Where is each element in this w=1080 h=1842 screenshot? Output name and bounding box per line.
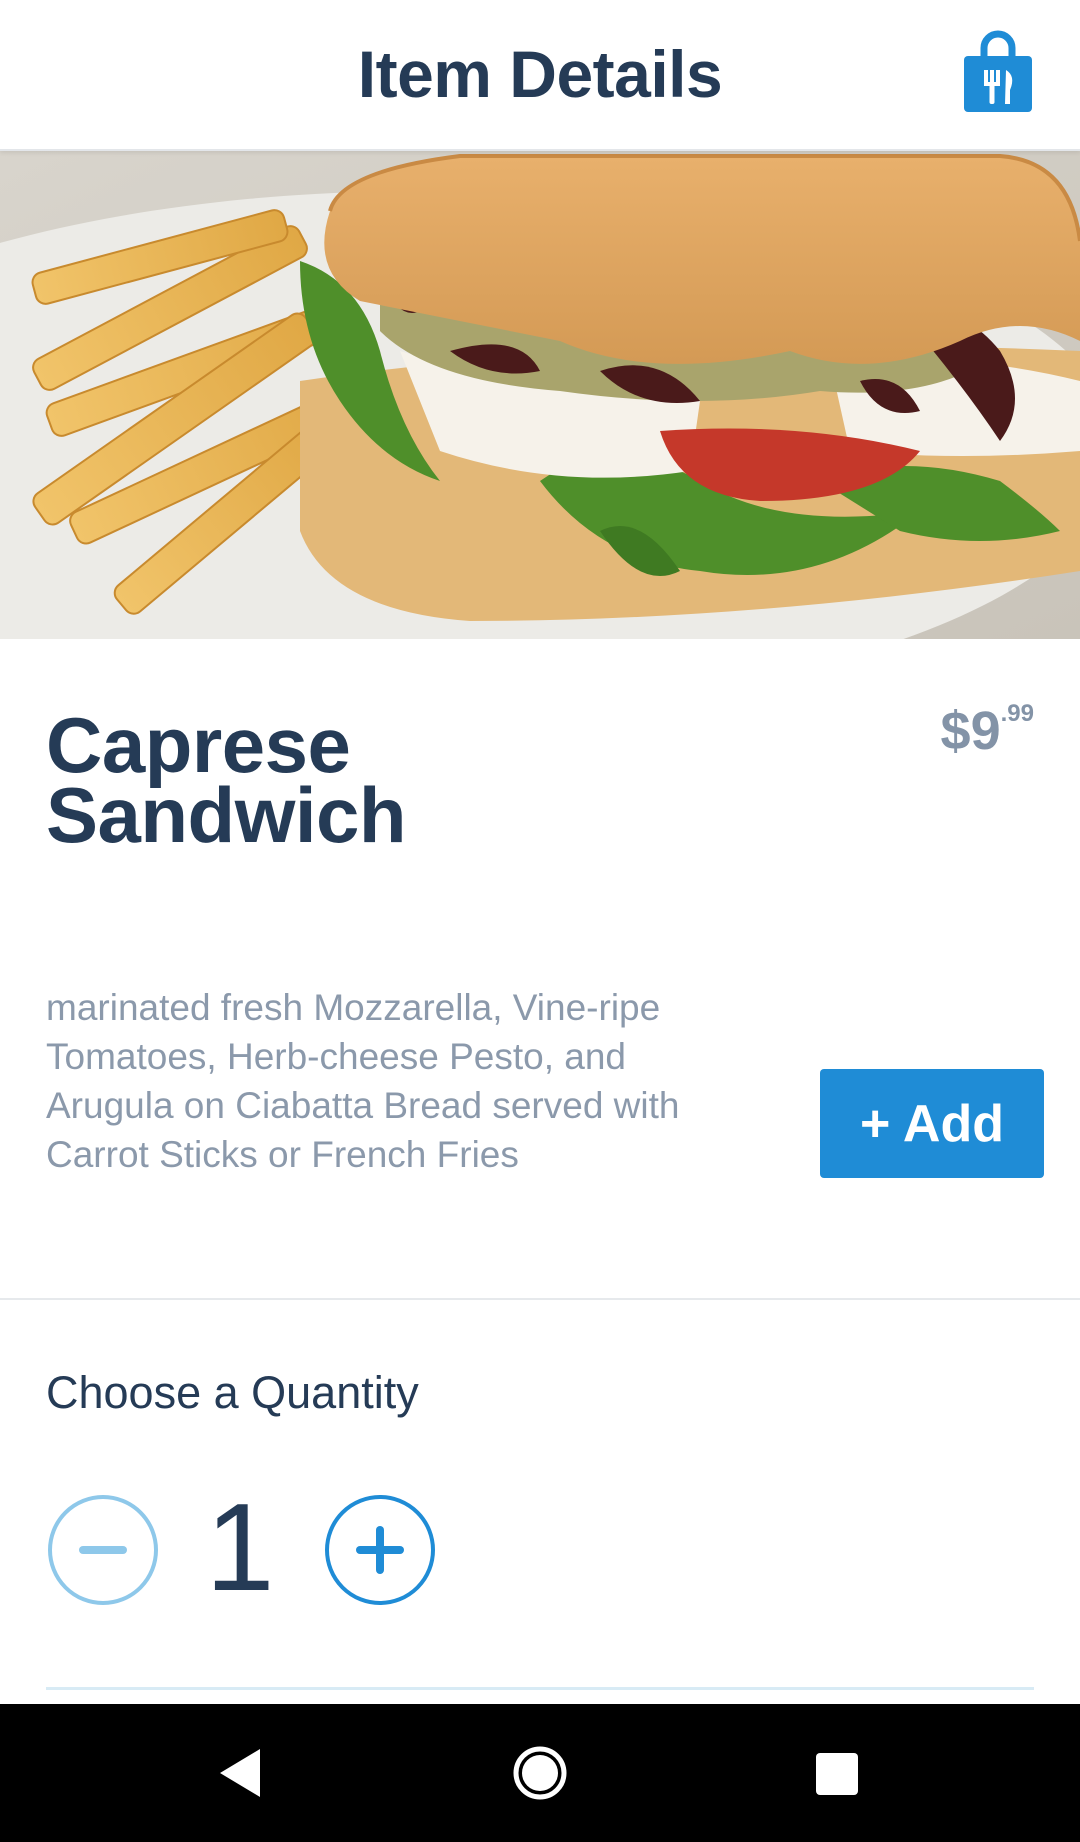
section-divider [0, 1298, 1080, 1300]
plus-icon [356, 1526, 404, 1574]
recent-apps-button[interactable] [776, 1704, 896, 1842]
recent-apps-square-icon [816, 1753, 858, 1795]
item-name-line2: Sandwich [46, 771, 407, 859]
app-root: Item Details Caprese Sandwich $9.99 mari… [0, 0, 1080, 1842]
price-dollars: $9 [940, 701, 1001, 761]
quantity-label: Choose a Quantity [46, 1367, 419, 1418]
item-name-line1: Caprese [46, 701, 351, 789]
shopping-bag-icon[interactable] [962, 30, 1034, 114]
home-circle-icon [513, 1746, 567, 1800]
quantity-value: 1 [205, 1479, 275, 1617]
home-button[interactable] [480, 1704, 600, 1842]
add-to-order-button[interactable]: + Add [820, 1069, 1044, 1178]
price-cents: .99 [1000, 700, 1034, 727]
page-title: Item Details [357, 37, 723, 111]
item-description: marinated fresh Mozzarella, Vine-ripe To… [46, 987, 680, 1175]
decrease-quantity-button[interactable] [48, 1495, 158, 1605]
section-divider-bottom [46, 1687, 1034, 1690]
item-photo [0, 151, 1080, 639]
back-button[interactable] [180, 1704, 300, 1842]
increase-quantity-button[interactable] [325, 1495, 435, 1605]
item-name: Caprese Sandwich [46, 701, 606, 859]
top-app-bar: Item Details [0, 0, 1080, 151]
system-navigation-bar [0, 1704, 1080, 1842]
minus-icon [79, 1546, 127, 1554]
item-price: $9.99 [941, 700, 1034, 762]
back-triangle-icon [220, 1749, 260, 1797]
